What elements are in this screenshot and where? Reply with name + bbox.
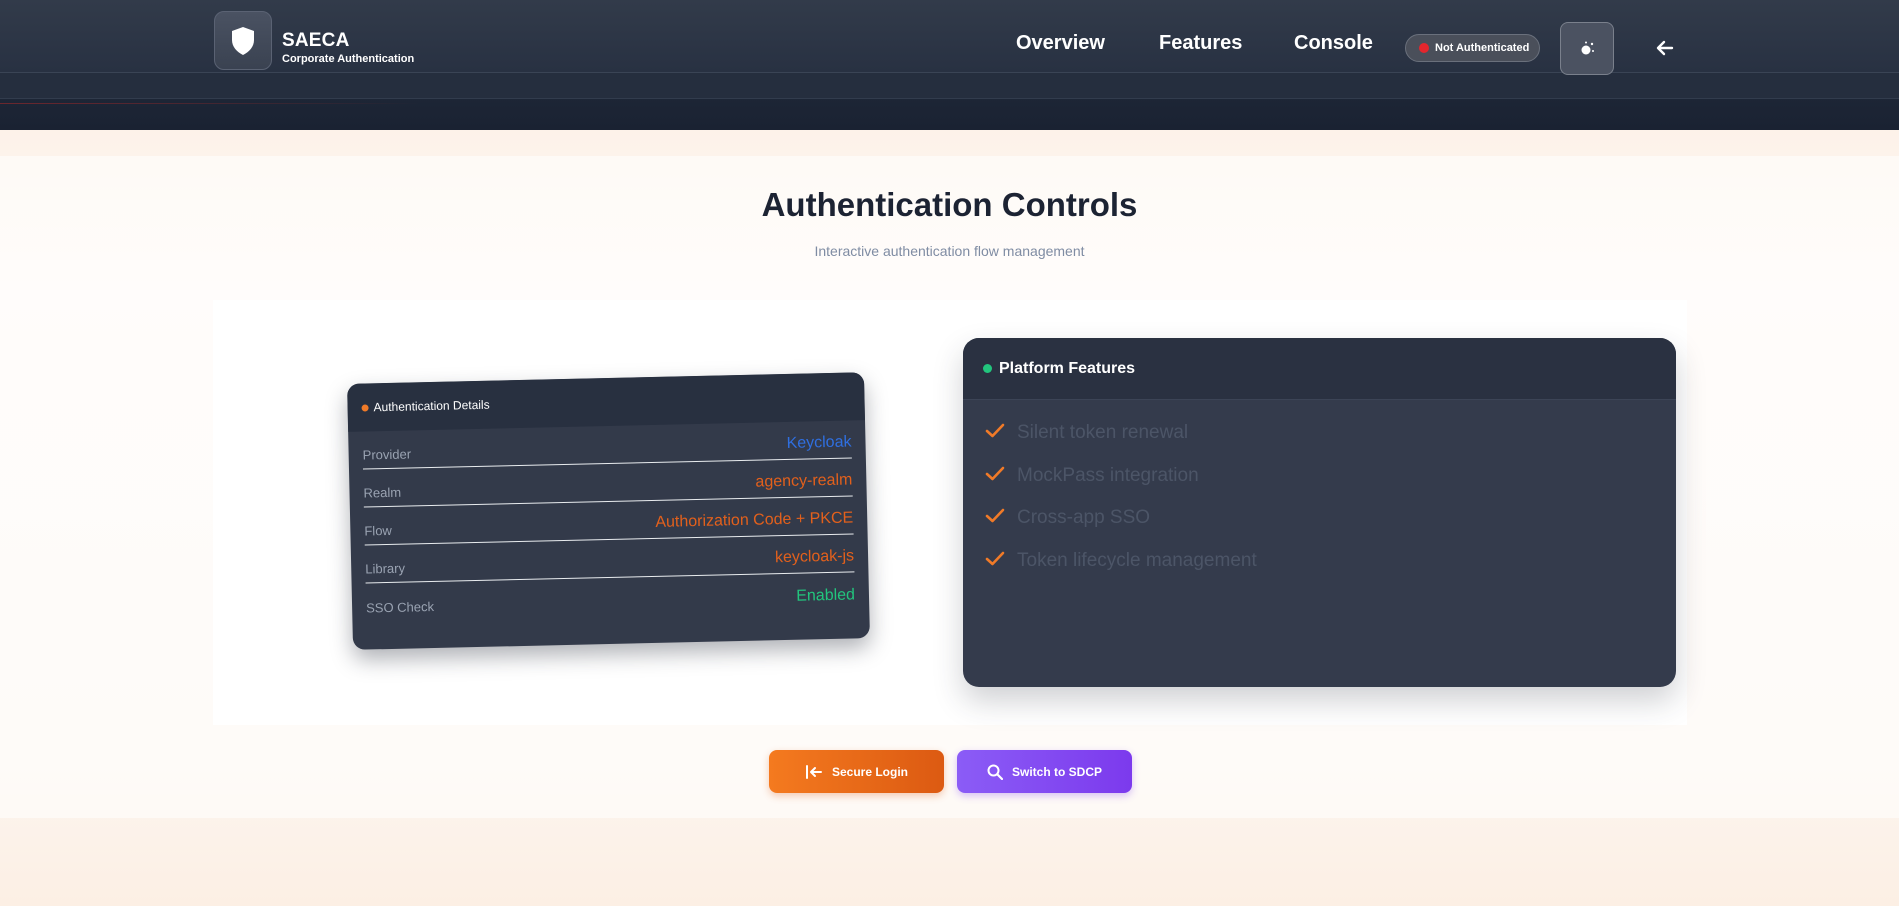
status-dot-orange [361, 403, 369, 412]
detail-value: agency-realm [755, 471, 853, 491]
feature-label: Token lifecycle management [1017, 549, 1257, 571]
brand-subtitle: Corporate Authentication [282, 53, 415, 65]
nav-features[interactable]: Features [1159, 32, 1242, 55]
auth-status-badge: Not Authenticated [1405, 34, 1540, 62]
status-dot [1419, 43, 1429, 53]
detail-value: Authorization Code + PKCE [655, 509, 854, 531]
theme-toggle-button[interactable] [1560, 22, 1614, 75]
platform-features-card: Platform Features Silent token renewal M… [963, 338, 1676, 687]
auth-status-label: Not Authenticated [1435, 42, 1530, 54]
features-header: Platform Features [963, 338, 1676, 400]
detail-label: SSO Check [365, 598, 435, 616]
list-item: Silent token renewal [985, 422, 1676, 465]
list-item: MockPass integration [985, 465, 1676, 508]
page-subtitle: Interactive authentication flow manageme… [814, 243, 1085, 259]
header-accent-line [0, 103, 420, 104]
top-header: SAECA Corporate Authentication Overview … [0, 0, 1899, 130]
detail-label: Flow [364, 522, 393, 539]
arrow-left-icon [1656, 40, 1674, 56]
feature-label: MockPass integration [1017, 464, 1199, 486]
shield-icon [232, 26, 254, 55]
header-strip [0, 73, 1899, 104]
search-icon [987, 764, 1003, 780]
detail-value: Enabled [796, 586, 856, 605]
feature-list: Silent token renewal MockPass integratio… [963, 400, 1676, 592]
auth-details-title: Authentication Details [373, 397, 490, 415]
feature-label: Silent token renewal [1017, 422, 1189, 443]
sun-icon [1581, 41, 1594, 54]
detail-label: Realm [363, 484, 402, 501]
auth-details-card: Authentication Details Provider Keycloak… [347, 372, 870, 650]
check-icon [985, 551, 1005, 565]
nav-overview[interactable]: Overview [1016, 32, 1105, 55]
detail-value: keycloak-js [774, 547, 855, 567]
switch-to-sdcp-label: Switch to SDCP [1011, 764, 1102, 779]
detail-label: Provider [362, 446, 412, 463]
features-title: Platform Features [999, 359, 1136, 377]
check-icon [985, 423, 1005, 438]
login-arrow-icon [805, 764, 822, 779]
page-title: Authentication Controls [761, 186, 1138, 223]
back-button[interactable] [1640, 22, 1690, 74]
check-icon [985, 508, 1005, 523]
secure-login-button[interactable]: Secure Login [769, 750, 944, 793]
feature-label: Cross-app SSO [1017, 507, 1151, 528]
detail-value: Keycloak [786, 433, 852, 452]
brand-title: SAECA [282, 30, 350, 51]
switch-to-sdcp-button[interactable]: Switch to SDCP [957, 750, 1132, 793]
secure-login-label: Secure Login [831, 764, 908, 779]
logo[interactable] [214, 11, 272, 70]
nav-console[interactable]: Console [1294, 32, 1373, 55]
status-dot-green [983, 364, 992, 373]
detail-label: Library [365, 560, 406, 577]
list-item: Cross-app SSO [985, 507, 1676, 550]
check-icon [985, 466, 1005, 480]
list-item: Token lifecycle management [985, 550, 1676, 593]
